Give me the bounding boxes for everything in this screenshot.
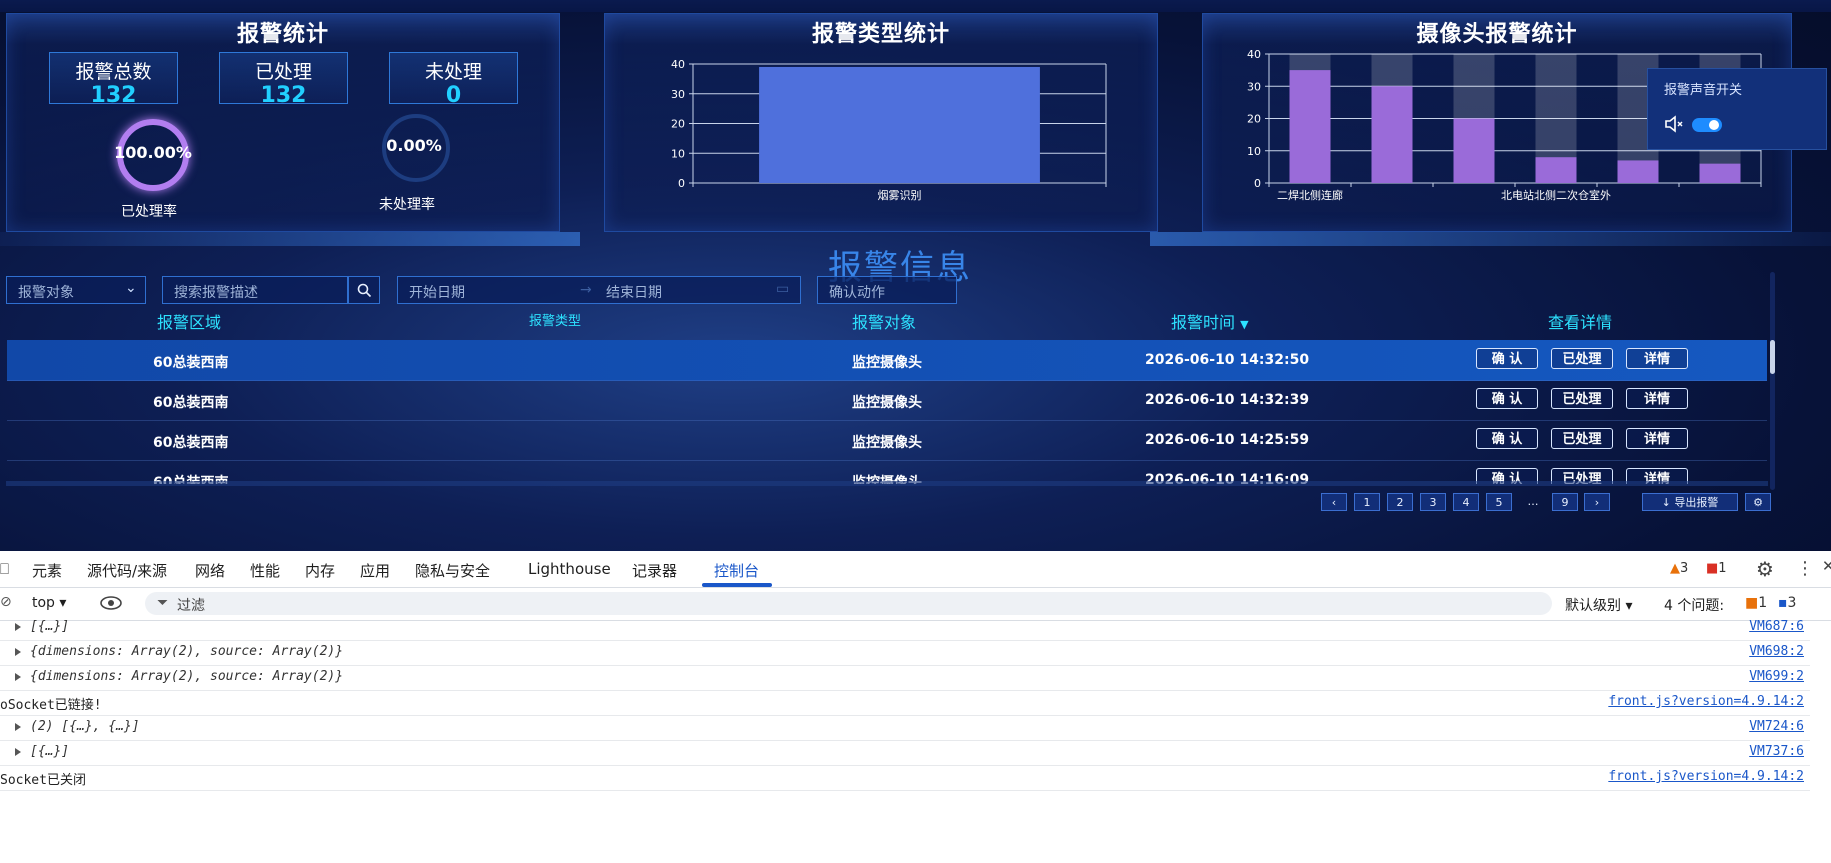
cell-time: 2026-06-10 14:32:50	[1145, 352, 1310, 368]
dashboard: 报警统计 报警总数 132 已处理 132 未处理 0 100.00% 已处理率…	[0, 0, 1831, 551]
tab-network[interactable]: 网络	[195, 560, 225, 581]
log-level-select[interactable]: 默认级别 ▾	[1565, 595, 1632, 615]
cell-area: 60总装西南	[153, 435, 229, 451]
mark-handled-button[interactable]: 已处理	[1551, 388, 1613, 409]
console-log-line[interactable]: {dimensions: Array(2), source: Array(2)}…	[0, 665, 1810, 691]
page-button-9[interactable]: 9	[1552, 493, 1578, 511]
cell-target: 监控摄像头	[852, 355, 922, 371]
confirm-button[interactable]: 确 认	[1476, 428, 1538, 449]
next-page-button[interactable]: ›	[1584, 493, 1610, 511]
expand-arrow-icon[interactable]	[15, 723, 21, 731]
issues-info-count: 3	[1787, 595, 1797, 611]
eye-icon[interactable]	[100, 596, 122, 610]
devtools-dock-icon[interactable]: ⎕	[0, 560, 9, 578]
context-select[interactable]: top ▾	[32, 595, 66, 611]
console-log-source-link[interactable]: VM698:2	[1749, 644, 1804, 659]
tab-elements[interactable]: 元素	[32, 560, 62, 581]
cell-target: 监控摄像头	[852, 435, 922, 451]
context-select-value: top	[32, 595, 55, 611]
page-button-3[interactable]: 3	[1420, 493, 1446, 511]
console-log-line: Socket已关闭 front.js?version=4.9.14:2	[0, 765, 1810, 791]
mark-handled-button[interactable]: 已处理	[1551, 428, 1613, 449]
devtools-tabbar: ⎕ 元素 源代码/来源 网络 性能 内存 应用 隐私与安全 Lighthouse…	[0, 551, 1831, 588]
tab-console[interactable]: 控制台	[714, 560, 759, 581]
cell-area: 60总装西南	[153, 355, 229, 371]
console-log-message: {dimensions: Array(2), source: Array(2)}	[30, 644, 344, 659]
page-button-1[interactable]: 1	[1354, 493, 1380, 511]
issues-info-icon[interactable]: ▪3	[1778, 595, 1796, 611]
page-button-5[interactable]: 5	[1486, 493, 1512, 511]
table-scrollbar-thumb[interactable]	[1770, 340, 1775, 374]
console-log-source-link[interactable]: VM737:6	[1749, 744, 1804, 759]
prev-page-button[interactable]: ‹	[1321, 493, 1347, 511]
detail-button[interactable]: 详情	[1626, 388, 1688, 409]
tab-performance[interactable]: 性能	[250, 560, 280, 581]
console-log-message: (2) [{…}, {…}]	[30, 719, 140, 734]
mark-handled-button[interactable]: 已处理	[1551, 348, 1613, 369]
console-log-line[interactable]: (2) [{…}, {…}] VM724:6	[0, 715, 1810, 741]
tab-recorder[interactable]: 记录器	[632, 560, 677, 581]
export-alarms-button[interactable]: ↓ 导出报警	[1642, 493, 1738, 511]
console-log-message: oSocket已链接!	[0, 698, 102, 713]
console-log-source-link[interactable]: VM699:2	[1749, 669, 1804, 684]
page-button-2[interactable]: 2	[1387, 493, 1413, 511]
console-log-line[interactable]: {dimensions: Array(2), source: Array(2)}…	[0, 640, 1810, 666]
cell-target: 监控摄像头	[852, 395, 922, 411]
page-button-4[interactable]: 4	[1453, 493, 1479, 511]
settings-gear-icon[interactable]: ⚙	[1756, 557, 1774, 581]
tab-lighthouse[interactable]: Lighthouse	[528, 560, 611, 578]
issues-error-count: 1	[1758, 595, 1768, 611]
table-scrollbar-track[interactable]	[1770, 272, 1775, 490]
expand-arrow-icon[interactable]	[15, 673, 21, 681]
console-log-message: Socket已关闭	[0, 773, 86, 788]
console-filter-placeholder: 过滤	[177, 598, 205, 614]
console-log-line: oSocket已链接! front.js?version=4.9.14:2	[0, 690, 1810, 716]
table-settings-icon[interactable]: ⚙	[1745, 493, 1771, 511]
tab-sources[interactable]: 源代码/来源	[87, 560, 167, 581]
issues-error-icon[interactable]: ■1	[1745, 595, 1767, 611]
console-log-line[interactable]: [{…}] VM737:6	[0, 740, 1810, 766]
detail-button[interactable]: 详情	[1626, 348, 1688, 369]
close-devtools-icon[interactable]: ✕	[1822, 557, 1831, 575]
console-log-line[interactable]: [{…}] VM687:6	[0, 615, 1810, 641]
expand-arrow-icon[interactable]	[15, 648, 21, 656]
expand-arrow-icon[interactable]	[15, 623, 21, 631]
issues-label: 4 个问题:	[1664, 598, 1725, 614]
console-log-message: [{…}]	[30, 744, 70, 759]
warning-count: 3	[1680, 561, 1689, 576]
console-log-message: [{…}]	[30, 619, 70, 634]
filter-funnel-icon: ⏷	[157, 595, 169, 611]
confirm-button[interactable]: 确 认	[1476, 348, 1538, 369]
devtools-panel: ⎕ 元素 源代码/来源 网络 性能 内存 应用 隐私与安全 Lighthouse…	[0, 551, 1831, 863]
error-count-icon[interactable]: ■1	[1706, 561, 1727, 576]
tab-memory[interactable]: 内存	[305, 560, 335, 581]
console-log-message: {dimensions: Array(2), source: Array(2)}	[30, 669, 344, 684]
cell-area: 60总装西南	[153, 395, 229, 411]
console-filter-input[interactable]: ⏷ 过滤	[145, 592, 1552, 615]
tab-application[interactable]: 应用	[360, 560, 390, 581]
console-log-source-link[interactable]: front.js?version=4.9.14:2	[1608, 694, 1804, 709]
error-count: 1	[1718, 561, 1727, 576]
tab-privacy-security[interactable]: 隐私与安全	[415, 560, 490, 581]
console-log-source-link[interactable]: VM724:6	[1749, 719, 1804, 734]
log-level-value: 默认级别	[1565, 598, 1621, 614]
table-row[interactable]: 60总装西南 监控摄像头 2026-06-10 14:25:59 确 认已处理 详情	[7, 420, 1767, 461]
clear-console-icon[interactable]: ⊘	[0, 594, 12, 610]
console-log-source-link[interactable]: front.js?version=4.9.14:2	[1608, 769, 1804, 784]
alarm-table-body: 60总装西南 监控摄像头 2026-06-10 14:32:50 确 认已处理 详情 60…	[0, 0, 1831, 484]
warning-count-icon[interactable]: ▲3	[1670, 561, 1688, 576]
cell-time: 2026-06-10 14:32:39	[1145, 392, 1310, 408]
cell-time: 2026-06-10 14:25:59	[1145, 432, 1310, 448]
table-row[interactable]: 60总装西南 监控摄像头 2026-06-10 14:32:50 确 认已处理 详情	[7, 340, 1767, 381]
more-menu-icon[interactable]: ⋮	[1796, 558, 1814, 579]
confirm-button[interactable]: 确 认	[1476, 388, 1538, 409]
table-row[interactable]: 60总装西南 监控摄像头 2026-06-10 14:32:39 确 认已处理 详情	[7, 380, 1767, 421]
table-hscrollbar[interactable]	[6, 481, 1768, 486]
expand-arrow-icon[interactable]	[15, 748, 21, 756]
page-ellipsis: …	[1527, 495, 1539, 508]
detail-button[interactable]: 详情	[1626, 428, 1688, 449]
console-log-source-link[interactable]: VM687:6	[1749, 619, 1804, 634]
